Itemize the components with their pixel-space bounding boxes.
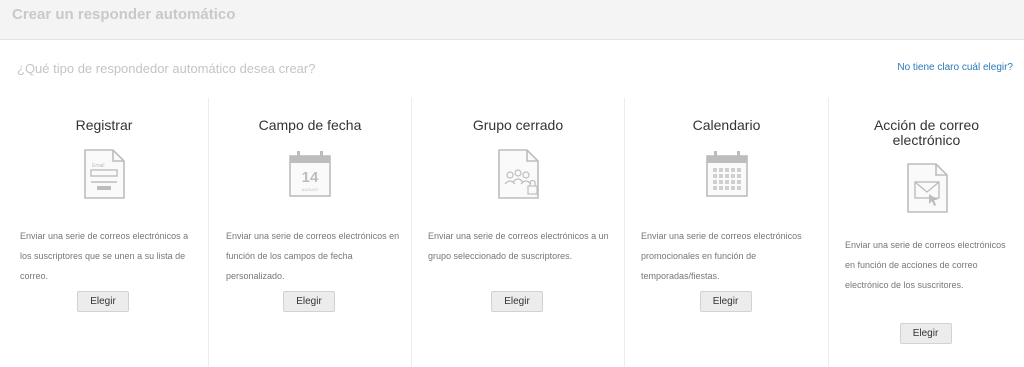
- card-registrar: Registrar Email Enviar una serie de corr…: [0, 98, 209, 367]
- choose-calendario-button[interactable]: Elegir: [699, 291, 752, 312]
- card-title: Registrar: [75, 117, 133, 133]
- date-calendar-icon: 14 AUGUST: [289, 151, 331, 197]
- question-row: ¿Qué tipo de respondedor automático dese…: [0, 40, 1024, 98]
- card-description: Enviar una serie de correos electrónicos…: [845, 240, 1006, 290]
- icon-email-text: Email: [92, 163, 105, 169]
- help-link[interactable]: No tiene claro cuál elegir?: [897, 62, 1013, 73]
- card-title: Grupo cerrado: [472, 117, 564, 133]
- choose-registrar-button[interactable]: Elegir: [77, 291, 129, 312]
- closed-group-icon: [498, 149, 539, 199]
- card-title: Acción de correo electrónico: [873, 117, 980, 148]
- card-description: Enviar una serie de correos electrónicos…: [641, 231, 802, 281]
- question-text: ¿Qué tipo de respondedor automático dese…: [17, 61, 316, 76]
- card-calendario: Calendario Enviar una serie de correos e…: [625, 98, 829, 367]
- icon-month-text: AUGUST: [302, 187, 319, 192]
- card-title: Calendario: [692, 117, 761, 133]
- choose-accion-de-correo-button[interactable]: Elegir: [899, 323, 952, 344]
- card-title: Campo de fecha: [258, 117, 362, 133]
- choose-campo-de-fecha-button[interactable]: Elegir: [283, 291, 335, 312]
- signup-form-icon: Email: [84, 149, 125, 199]
- card-grupo-cerrado: Grupo cerrado Enviar una serie de correo…: [412, 98, 625, 367]
- page-title: Crear un responder automático: [12, 6, 236, 23]
- choose-grupo-cerrado-button[interactable]: Elegir: [491, 291, 543, 312]
- autoresponder-types: Registrar Email Enviar una serie de corr…: [0, 98, 1024, 367]
- card-campo-de-fecha: Campo de fecha 14 AUGUST Enviar una seri…: [209, 98, 412, 367]
- icon-day-text: 14: [302, 169, 319, 186]
- card-description: Enviar una serie de correos electrónicos…: [226, 231, 400, 281]
- page-header: Crear un responder automático: [0, 0, 1024, 40]
- card-accion-de-correo: Acción de correo electrónico Enviar una …: [829, 98, 1024, 367]
- card-description: Enviar una serie de correos electrónicos…: [20, 231, 189, 281]
- email-action-icon: [906, 163, 948, 213]
- card-description: Enviar una serie de correos electrónicos…: [428, 231, 609, 261]
- calendar-grid-icon: [705, 151, 748, 197]
